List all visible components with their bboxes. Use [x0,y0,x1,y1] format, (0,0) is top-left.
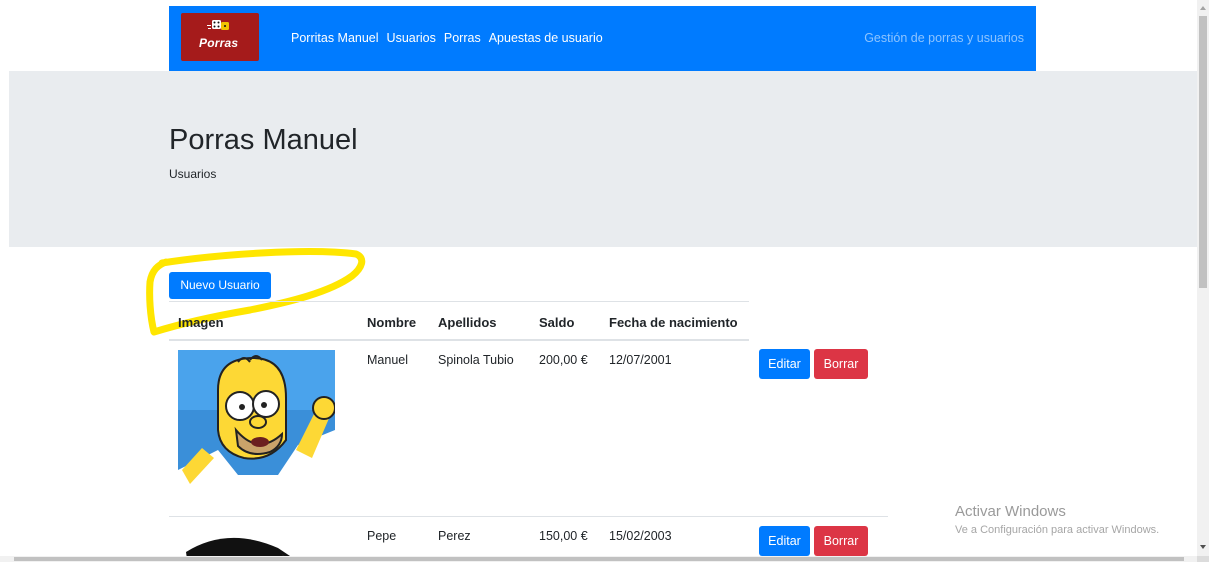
table-header: Imagen Nombre Apellidos Saldo Fecha de n… [169,301,749,341]
new-user-button[interactable]: Nuevo Usuario [169,272,271,299]
scrollbar-corner [1197,556,1209,562]
vertical-scrollbar[interactable] [1197,0,1209,556]
nav-link-apuestas[interactable]: Apuestas de usuario [489,31,603,45]
cell-saldo: 200,00 € [539,353,588,367]
nav-right-text[interactable]: Gestión de porras y usuarios [864,31,1024,45]
goku-avatar-icon [178,526,335,556]
column-header-saldo: Saldo [539,315,575,330]
cell-nombre: Pepe [367,529,397,543]
watermark-title: Activar Windows [955,503,1066,520]
edit-button[interactable]: Editar [759,349,810,379]
edit-button[interactable]: Editar [759,526,810,556]
brand-logo[interactable]: Porras [181,13,259,61]
table-row: Pepe Perez 150,00 € 15/02/2003 Editar Bo… [169,517,888,556]
navbar: Porras Porritas Manuel Usuarios Porras A… [169,6,1036,71]
column-header-imagen: Imagen [178,315,224,330]
horizontal-scroll-thumb[interactable] [14,557,1184,561]
jumbotron: Porras Manuel Usuarios [9,71,1197,247]
watermark-subtitle: Ve a Configuración para activar Windows. [955,524,1160,536]
dice-icon [207,20,229,30]
scroll-down-icon[interactable] [1200,545,1206,549]
cell-fecha: 15/02/2003 [609,529,672,543]
cell-apellidos: Perez [438,529,471,543]
nav-link-home[interactable]: Porritas Manuel [291,31,379,45]
cell-nombre: Manuel [367,353,408,367]
column-header-nombre: Nombre [367,315,417,330]
delete-button[interactable]: Borrar [814,349,868,379]
column-header-apellidos: Apellidos [438,315,497,330]
nav-links: Porritas Manuel Usuarios Porras Apuestas… [291,31,611,45]
horizontal-scrollbar[interactable] [0,556,1197,562]
homer-avatar-icon [178,350,335,507]
page-subtitle: Usuarios [169,167,217,181]
delete-button[interactable]: Borrar [814,526,868,556]
nav-link-usuarios[interactable]: Usuarios [387,31,436,45]
scroll-up-icon[interactable] [1200,6,1206,10]
page-title: Porras Manuel [169,124,358,156]
cell-apellidos: Spinola Tubio [438,353,514,367]
table-row: Manuel Spinola Tubio 200,00 € 12/07/2001… [169,341,888,517]
column-header-fecha: Fecha de nacimiento [609,315,738,330]
vertical-scroll-thumb[interactable] [1199,16,1207,288]
page: Porras Porritas Manuel Usuarios Porras A… [0,0,1197,556]
nav-link-porras[interactable]: Porras [444,31,481,45]
cell-fecha: 12/07/2001 [609,353,672,367]
cell-saldo: 150,00 € [539,529,588,543]
brand-text: Porras [199,36,239,50]
